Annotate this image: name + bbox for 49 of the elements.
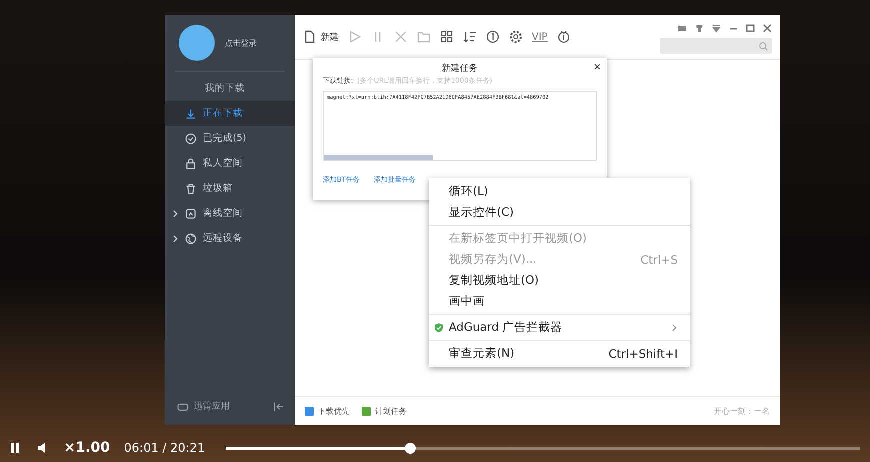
status-item[interactable]: 下载优先 (305, 406, 350, 416)
mail-icon[interactable] (678, 24, 687, 33)
status-item[interactable]: 计划任务 (362, 406, 407, 416)
status-icon (305, 406, 314, 416)
search-field[interactable] (660, 38, 772, 54)
avatar[interactable] (179, 25, 215, 61)
shirt-icon[interactable] (695, 24, 704, 33)
sidebar-icon (185, 182, 197, 194)
sidebar-item[interactable]: 远程设备 (165, 226, 295, 251)
dialog-title: 新建任务 (442, 62, 478, 76)
status-message: 开心一刻：一名 (714, 406, 770, 416)
settings-icon[interactable] (509, 30, 523, 44)
menu-item[interactable]: 循环(L) (429, 181, 690, 202)
new-task-button[interactable]: 新建 (303, 30, 339, 44)
chevron-icon (171, 210, 179, 218)
sidebar-icon (185, 108, 197, 120)
collapse-icon[interactable] (273, 400, 285, 412)
vip-link[interactable]: VIP (532, 32, 548, 42)
close-icon[interactable] (763, 24, 772, 33)
apps-link[interactable]: 迅雷应用 (177, 400, 230, 413)
status-icon (362, 406, 371, 416)
sidebar-item[interactable]: 离线空间 (165, 201, 295, 226)
number-icon[interactable] (486, 30, 500, 44)
sidebar-icon (185, 132, 197, 144)
dropdown-icon[interactable] (712, 24, 721, 33)
sidebar-item[interactable]: 私人空间 (165, 151, 295, 176)
sidebar-icon (185, 208, 197, 220)
sidebar-icon (185, 232, 197, 244)
maximize-icon[interactable] (746, 24, 755, 33)
file-icon (303, 30, 317, 44)
menu-item[interactable]: 复制视频地址(O) (429, 270, 690, 291)
speed-button[interactable]: ×1.00 (64, 440, 110, 456)
sort-icon[interactable] (463, 30, 477, 44)
pause-button[interactable] (8, 441, 22, 455)
menu-item[interactable]: AdGuard 广告拦截器 (429, 317, 690, 338)
playback-time: 06:01 / 20:21 (124, 441, 206, 455)
menu-item[interactable]: 审查元素(N) Ctrl+Shift+I (429, 343, 690, 364)
chevron-icon (171, 234, 179, 242)
grid-icon[interactable] (440, 30, 454, 44)
sidebar-item[interactable]: 垃圾箱 (165, 176, 295, 201)
shield-icon (434, 323, 444, 333)
menu-item[interactable]: 画中画 (429, 291, 690, 312)
search-icon (759, 42, 768, 50)
login-link[interactable]: 点击登录 (225, 38, 257, 48)
close-button[interactable]: × (594, 60, 601, 74)
sidebar-item[interactable]: 正在下载 (165, 101, 295, 126)
sidebar-item[interactable]: 已完成(5) (165, 126, 295, 151)
sidebar-icon (185, 158, 197, 170)
menu-item[interactable]: 显示控件(C) (429, 202, 690, 223)
